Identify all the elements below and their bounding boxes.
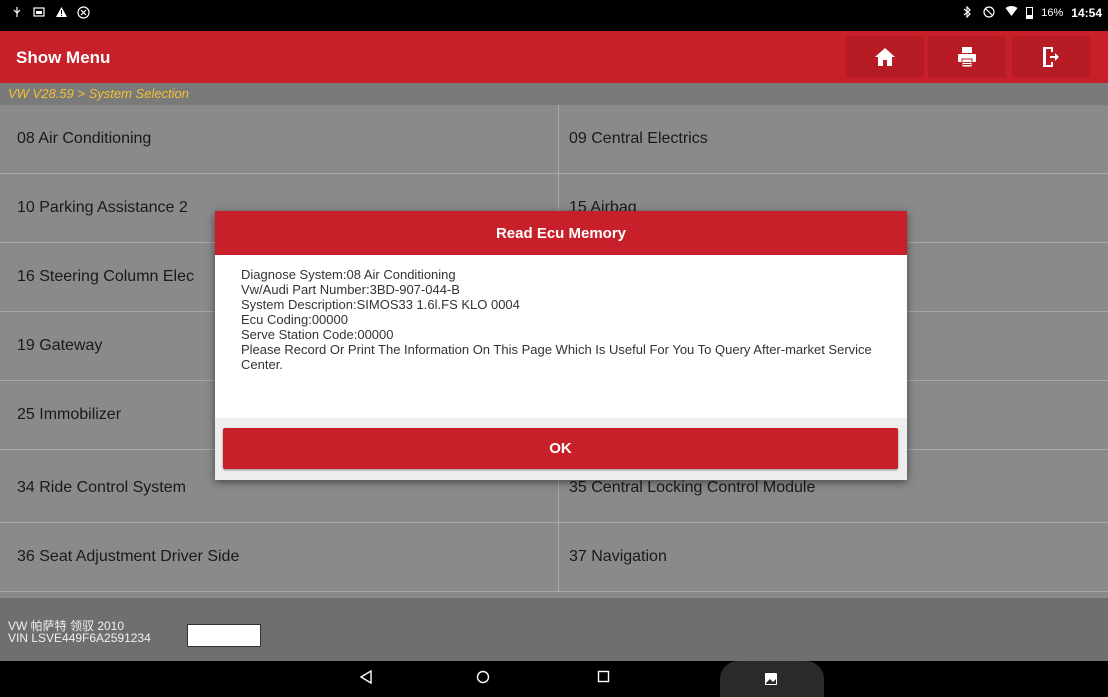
print-button[interactable] <box>928 36 1006 78</box>
dialog-line: Vw/Audi Part Number:3BD-907-044-B <box>241 282 460 297</box>
dialog-line: Ecu Coding:00000 <box>241 312 348 327</box>
battery-percent: 16% <box>1041 7 1064 19</box>
dialog-header: Read Ecu Memory <box>215 211 907 255</box>
screenshot-button[interactable] <box>720 661 824 697</box>
home-icon <box>874 47 896 67</box>
status-right-icons: 16% 14:54 <box>960 5 1102 20</box>
system-item[interactable]: 36 Seat Adjustment Driver Side <box>0 523 559 592</box>
back-icon <box>359 669 373 689</box>
page-title: Show Menu <box>16 48 111 67</box>
dialog-body: Diagnose System:08 Air Conditioning Vw/A… <box>241 267 891 372</box>
breadcrumb: VW V28.59 > System Selection <box>0 83 1108 105</box>
exit-icon <box>1042 46 1060 68</box>
clock: 14:54 <box>1071 6 1102 20</box>
back-button[interactable] <box>356 669 376 689</box>
system-item[interactable]: 08 Air Conditioning <box>0 105 559 174</box>
system-item[interactable]: 37 Navigation <box>559 523 1108 592</box>
recents-button[interactable] <box>593 669 613 689</box>
warning-icon <box>54 6 68 20</box>
app-icon <box>76 6 90 20</box>
breadcrumb-text: VW V28.59 > System Selection <box>8 86 190 101</box>
ok-button[interactable]: OK <box>223 428 898 469</box>
vehicle-vin: VIN LSVE449F6A2591234 <box>8 631 151 645</box>
navigation-bar <box>0 661 1108 697</box>
dialog-line: System Description:SIMOS33 1.6l.FS KLO 0… <box>241 297 520 312</box>
dialog-footer: OK <box>215 418 907 480</box>
screenshot-icon <box>763 671 779 692</box>
status-left-icons <box>10 6 90 20</box>
home-circle-icon <box>476 670 490 689</box>
home-button[interactable] <box>846 36 924 78</box>
battery-icon <box>1026 7 1034 19</box>
system-item[interactable]: 09 Central Electrics <box>559 105 1108 174</box>
dialog-line: Serve Station Code:00000 <box>241 327 394 342</box>
recents-icon <box>597 670 610 688</box>
read-ecu-memory-dialog: Read Ecu Memory Diagnose System:08 Air C… <box>215 211 907 480</box>
print-icon <box>957 46 977 68</box>
dnd-icon <box>982 6 996 20</box>
vin-input-box[interactable] <box>187 624 261 647</box>
usb-icon <box>10 6 24 20</box>
image-icon <box>32 6 46 20</box>
home-nav-button[interactable] <box>473 669 493 689</box>
dialog-title: Read Ecu Memory <box>495 224 627 242</box>
bluetooth-icon <box>960 5 974 20</box>
app-header: Show Menu <box>0 31 1108 83</box>
vehicle-info-bar: VW 帕萨特 领驭 2010 VIN LSVE449F6A2591234 <box>0 598 1108 661</box>
status-bar: 16% 14:54 <box>0 0 1108 31</box>
exit-button[interactable] <box>1012 36 1090 78</box>
wifi-icon <box>1004 6 1018 20</box>
dialog-line: Please Record Or Print The Information O… <box>241 342 872 372</box>
dialog-line: Diagnose System:08 Air Conditioning <box>241 267 456 282</box>
